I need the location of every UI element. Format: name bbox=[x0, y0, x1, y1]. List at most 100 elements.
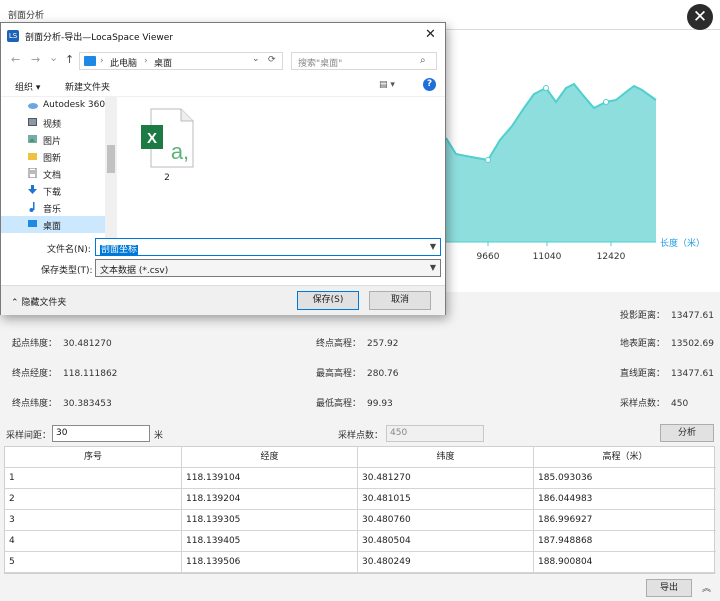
folder-icon bbox=[84, 56, 96, 66]
max-elevation-label: 最高高程： bbox=[316, 369, 362, 379]
file-list: X a, 2 bbox=[119, 97, 445, 253]
search-icon: ⌕ bbox=[420, 55, 426, 66]
window-title: 剖面分析 bbox=[8, 11, 45, 21]
file-item[interactable]: X a, 2 bbox=[137, 107, 197, 189]
close-icon[interactable]: ✕ bbox=[425, 27, 436, 42]
tree-item-label: 图新 bbox=[43, 154, 62, 164]
tree-item-autodesk-360[interactable]: Autodesk 360 bbox=[1, 97, 107, 114]
filetype-select[interactable]: 文本数据 (*.csv) ▼ bbox=[95, 259, 441, 277]
cell-index: 4 bbox=[5, 531, 182, 552]
table-header: 序号 经度 纬度 高程（米） bbox=[5, 447, 716, 468]
collapse-icon[interactable]: ︽ bbox=[702, 581, 711, 594]
column-header-longitude[interactable]: 经度 bbox=[182, 447, 358, 468]
recent-locations-dropdown-icon[interactable]: ⌄ bbox=[49, 51, 58, 64]
address-bar[interactable]: › 此电脑 › 桌面 ⌄ ⟳ bbox=[79, 52, 283, 70]
cell-longitude: 118.139204 bbox=[182, 489, 358, 510]
scrollbar-thumb[interactable] bbox=[107, 145, 115, 173]
tree-item-tuxin[interactable]: 图新 bbox=[1, 148, 107, 165]
table-row[interactable]: 1 118.139104 30.481270 185.093036 bbox=[5, 468, 716, 489]
hide-folders-toggle[interactable]: ⌃ 隐藏文件夹 bbox=[11, 295, 66, 308]
bottom-bar: 导出 ︽ bbox=[0, 575, 720, 601]
close-button[interactable]: ✕ bbox=[687, 4, 713, 30]
save-file-dialog: LS 剖面分析-导出—LocaSpace Viewer ✕ ← → ⌄ ↑ › … bbox=[0, 22, 446, 315]
filename-input[interactable]: 剖面坐标 ▼ bbox=[95, 238, 441, 256]
chevron-down-icon[interactable]: ▼ bbox=[430, 242, 436, 251]
tree-item-music[interactable]: 音乐 bbox=[1, 199, 107, 216]
up-arrow-icon[interactable]: ↑ bbox=[65, 53, 74, 66]
file-name: 2 bbox=[164, 173, 170, 183]
back-arrow-icon[interactable]: ← bbox=[11, 53, 20, 66]
sample-points-label: 采样点数： bbox=[338, 431, 384, 441]
pictures-folder-icon bbox=[28, 135, 37, 143]
organize-menu[interactable]: 组织 ▾ bbox=[15, 80, 40, 93]
navigation-bar: ← → ⌄ ↑ › 此电脑 › 桌面 ⌄ ⟳ 搜索"桌面" ⌕ bbox=[1, 49, 445, 73]
tree-scrollbar[interactable] bbox=[105, 97, 117, 253]
search-box[interactable]: 搜索"桌面" ⌕ bbox=[291, 52, 437, 70]
cloud-icon bbox=[28, 103, 38, 109]
tree-item-desktop[interactable]: 桌面 bbox=[1, 216, 107, 233]
save-button[interactable]: 保存(S) bbox=[297, 291, 359, 310]
analyze-button[interactable]: 分析 bbox=[660, 424, 714, 442]
view-options-icon[interactable]: ▤ ▾ bbox=[379, 80, 395, 90]
straight-distance: 直线距离： 13477.61 bbox=[620, 366, 714, 379]
column-header-index[interactable]: 序号 bbox=[5, 447, 182, 468]
forward-arrow-icon[interactable]: → bbox=[31, 53, 40, 66]
cell-index: 1 bbox=[5, 468, 182, 489]
cell-longitude: 118.139104 bbox=[182, 468, 358, 489]
video-folder-icon bbox=[28, 118, 37, 126]
chevron-down-icon[interactable]: ▼ bbox=[430, 263, 436, 272]
tree-item-downloads[interactable]: 下载 bbox=[1, 182, 107, 199]
sample-points-table: 序号 经度 纬度 高程（米） 1 118.139104 30.481270 18… bbox=[4, 446, 716, 574]
column-header-elevation[interactable]: 高程（米） bbox=[534, 447, 716, 468]
dialog-footer: ⌃ 隐藏文件夹 保存(S) 取消 bbox=[1, 285, 445, 315]
table-row[interactable]: 2 118.139204 30.481015 186.044983 bbox=[5, 489, 716, 510]
profile-point bbox=[543, 85, 549, 91]
end-latitude-label: 终点纬度： bbox=[12, 399, 58, 409]
breadcrumb-desktop[interactable]: 桌面 bbox=[154, 56, 172, 69]
table-row[interactable]: 5 118.139506 30.480249 188.900804 bbox=[5, 552, 716, 573]
filetype-value: 文本数据 (*.csv) bbox=[100, 266, 169, 276]
breadcrumb-separator: › bbox=[100, 56, 104, 66]
new-folder-button[interactable]: 新建文件夹 bbox=[65, 80, 110, 93]
cancel-button[interactable]: 取消 bbox=[369, 291, 431, 310]
sample-count: 采样点数： 450 bbox=[620, 396, 688, 409]
downloads-folder-icon bbox=[28, 185, 37, 194]
max-elevation-value: 280.76 bbox=[367, 369, 399, 379]
tree-item-label: 文档 bbox=[43, 171, 62, 181]
sample-points-field: 450 bbox=[386, 425, 484, 442]
cell-latitude: 30.481015 bbox=[358, 489, 534, 510]
sample-interval-unit: 米 bbox=[154, 431, 164, 441]
cell-latitude: 30.480504 bbox=[358, 531, 534, 552]
help-icon[interactable]: ? bbox=[423, 78, 436, 91]
address-dropdown-icon[interactable]: ⌄ bbox=[252, 54, 260, 64]
x-tick-label: 9660 bbox=[477, 252, 500, 262]
x-tick-label: 11040 bbox=[533, 252, 562, 262]
table-row[interactable]: 3 118.139305 30.480760 186.996927 bbox=[5, 510, 716, 531]
tree-item-pictures[interactable]: 图片 bbox=[1, 131, 107, 148]
tree-item-videos[interactable]: 视频 bbox=[1, 114, 107, 131]
table-row[interactable]: 4 118.139405 30.480504 187.948868 bbox=[5, 531, 716, 552]
cell-index: 3 bbox=[5, 510, 182, 531]
hide-folders-label: 隐藏文件夹 bbox=[21, 298, 67, 308]
tree-item-documents[interactable]: 文档 bbox=[1, 165, 107, 182]
profile-area bbox=[446, 84, 656, 242]
export-button[interactable]: 导出 bbox=[646, 579, 692, 597]
cell-latitude: 30.480760 bbox=[358, 510, 534, 531]
breadcrumb-this-pc[interactable]: 此电脑 bbox=[110, 56, 137, 69]
tree-item-label: 下载 bbox=[43, 188, 62, 198]
projected-distance-label: 投影距离： bbox=[620, 311, 666, 321]
cell-elevation: 186.996927 bbox=[538, 515, 593, 525]
x-tick-label: 12420 bbox=[597, 252, 626, 262]
straight-distance-label: 直线距离： bbox=[620, 369, 666, 379]
sample-interval-input[interactable]: 30 bbox=[52, 425, 150, 442]
end-elevation-value: 257.92 bbox=[367, 339, 399, 349]
surface-distance-label: 地表距离： bbox=[620, 339, 666, 349]
app-icon: LS bbox=[7, 30, 19, 42]
tree-item-label: 视频 bbox=[43, 120, 62, 130]
start-latitude-label: 起点纬度： bbox=[12, 339, 58, 349]
column-header-latitude[interactable]: 纬度 bbox=[358, 447, 534, 468]
refresh-icon[interactable]: ⟳ bbox=[268, 55, 276, 65]
svg-text:a,: a, bbox=[171, 139, 189, 164]
cell-index: 2 bbox=[5, 489, 182, 510]
end-longitude-value: 118.111862 bbox=[63, 369, 118, 379]
